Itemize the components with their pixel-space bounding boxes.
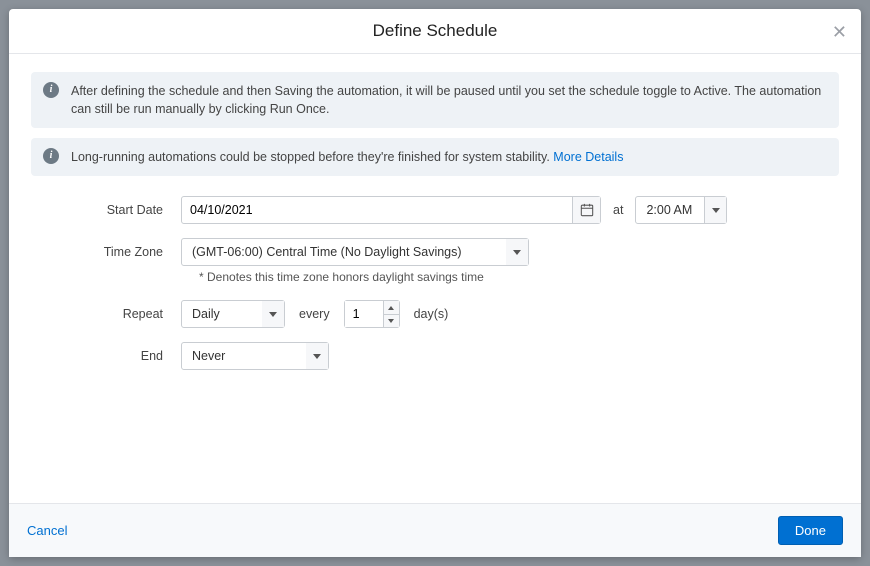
chevron-down-icon[interactable] — [262, 301, 284, 327]
start-time-value: 2:00 AM — [636, 197, 704, 223]
tz-helper-text: * Denotes this time zone honors daylight… — [199, 270, 839, 284]
days-unit-label: day(s) — [408, 307, 455, 321]
info-box-paused: i After defining the schedule and then S… — [31, 72, 839, 128]
done-button[interactable]: Done — [778, 516, 843, 545]
repeat-value: Daily — [182, 301, 262, 327]
at-label: at — [609, 203, 627, 217]
info-text: Long-running automations could be stoppe… — [71, 150, 553, 164]
close-icon[interactable]: ✕ — [832, 23, 847, 41]
end-select[interactable]: Never — [181, 342, 329, 370]
every-label: every — [293, 307, 336, 321]
cancel-button[interactable]: Cancel — [27, 523, 67, 538]
time-zone-value: (GMT-06:00) Central Time (No Daylight Sa… — [182, 239, 506, 265]
stepper-up-icon[interactable] — [384, 301, 399, 314]
time-zone-select[interactable]: (GMT-06:00) Central Time (No Daylight Sa… — [181, 238, 529, 266]
calendar-icon[interactable] — [572, 197, 600, 223]
chevron-down-icon[interactable] — [506, 239, 528, 265]
define-schedule-modal: Define Schedule ✕ i After defining the s… — [9, 9, 861, 557]
repeat-label: Repeat — [31, 307, 181, 321]
modal-body: i After defining the schedule and then S… — [9, 54, 861, 503]
end-label: End — [31, 349, 181, 363]
info-box-long-running: i Long-running automations could be stop… — [31, 138, 839, 176]
info-icon: i — [43, 148, 59, 164]
start-time-select[interactable]: 2:00 AM — [635, 196, 727, 224]
modal-header: Define Schedule ✕ — [9, 9, 861, 54]
modal-title: Define Schedule — [29, 21, 841, 41]
info-text: After defining the schedule and then Sav… — [71, 84, 821, 116]
chevron-down-icon[interactable] — [704, 197, 726, 223]
modal-footer: Cancel Done — [9, 503, 861, 557]
start-date-label: Start Date — [31, 203, 181, 217]
repeat-select[interactable]: Daily — [181, 300, 285, 328]
more-details-link[interactable]: More Details — [553, 150, 623, 164]
every-count-input[interactable] — [345, 301, 383, 327]
chevron-down-icon[interactable] — [306, 343, 328, 369]
time-zone-label: Time Zone — [31, 245, 181, 259]
stepper-down-icon[interactable] — [384, 314, 399, 328]
end-value: Never — [182, 343, 306, 369]
info-icon: i — [43, 82, 59, 98]
start-date-input[interactable] — [182, 197, 572, 223]
